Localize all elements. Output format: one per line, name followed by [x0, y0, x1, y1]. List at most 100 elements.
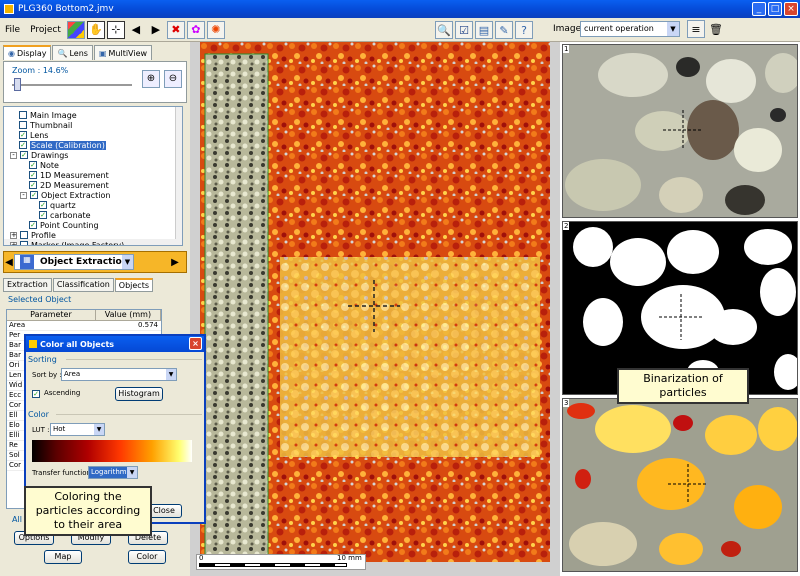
title-bar: PLG360 Bottom2.jmv _ □ ×: [0, 0, 800, 18]
tree-item-checkbox[interactable]: [19, 121, 27, 129]
zoom-slider-thumb[interactable]: [14, 78, 21, 91]
grid-icon[interactable]: [66, 20, 85, 39]
tree-item-checkbox[interactable]: [20, 241, 28, 245]
palette-icon[interactable]: ✿: [186, 20, 205, 39]
chevron-down-icon[interactable]: ▼: [122, 255, 133, 269]
tree-item-checkbox[interactable]: ✓: [39, 211, 47, 219]
collapse-icon[interactable]: -: [10, 151, 17, 159]
module-select[interactable]: ▦ Object Extraction ▼: [14, 254, 134, 270]
expand-icon[interactable]: +: [10, 231, 17, 239]
next-icon[interactable]: ▶: [147, 21, 165, 39]
tab-classification[interactable]: Classification: [52, 278, 114, 292]
tab-objects[interactable]: Objects: [114, 278, 154, 292]
parameter-name: Area: [9, 321, 26, 329]
prev-module-icon[interactable]: ◀: [4, 257, 14, 268]
chevron-down-icon[interactable]: ▼: [127, 467, 137, 478]
tree-item[interactable]: Thumbnail: [19, 120, 72, 130]
menu-project[interactable]: Project: [25, 25, 66, 35]
tree-item-checkbox[interactable]: ✓: [19, 131, 27, 139]
original-image[interactable]: [563, 45, 798, 218]
tree-item[interactable]: Main Image: [19, 110, 77, 120]
search-icon[interactable]: 🔍: [435, 21, 453, 39]
table-row[interactable]: Area 0.574: [7, 321, 161, 331]
tree-item-checkbox[interactable]: ✓: [39, 201, 47, 209]
minimize-icon[interactable]: _: [752, 2, 766, 16]
tree-item-label: 1D Measurement: [40, 170, 109, 180]
map-button[interactable]: Map: [44, 550, 82, 564]
column-parameter[interactable]: Parameter: [7, 310, 96, 320]
tree-item-label: Thumbnail: [30, 120, 73, 130]
dialog-close-icon[interactable]: ×: [189, 337, 202, 350]
zoom-slider-track[interactable]: [12, 84, 132, 86]
chevron-down-icon[interactable]: ▼: [94, 424, 104, 435]
zoom-out-icon[interactable]: ⊖: [164, 70, 182, 88]
column-value[interactable]: Value (mm): [96, 310, 161, 320]
tree-item-checkbox[interactable]: [20, 231, 28, 239]
color-button[interactable]: Color: [128, 550, 166, 564]
tree-item-label: Scale (Calibration): [30, 140, 106, 150]
tab-lens[interactable]: 🔍 Lens: [52, 45, 93, 60]
panel-original[interactable]: 1: [562, 44, 798, 218]
tree-item[interactable]: ✓ 1D Measurement: [29, 170, 109, 180]
panel-colored[interactable]: 3: [562, 398, 798, 572]
collapse-icon[interactable]: -: [20, 191, 27, 199]
delete-icon[interactable]: ✖: [166, 20, 185, 39]
selected-object-label: Selected Object: [8, 295, 72, 304]
zoom-in-icon[interactable]: ⊕: [142, 70, 160, 88]
tree-scrollbar[interactable]: [175, 107, 182, 245]
chevron-down-icon[interactable]: ▼: [667, 22, 679, 36]
lut-select[interactable]: Hot ▼: [50, 423, 105, 436]
tree-item-label: 2D Measurement: [40, 180, 109, 190]
tab-multiview[interactable]: ▣ MultiView: [93, 45, 153, 60]
tree-item[interactable]: ✓ carbonate: [39, 210, 91, 220]
prev-icon[interactable]: ◀: [127, 21, 145, 39]
sparkle-icon[interactable]: ✺: [206, 20, 225, 39]
tree-item-checkbox[interactable]: ✓: [29, 181, 37, 189]
tab-display[interactable]: ◉ Display: [3, 45, 52, 60]
tree-item[interactable]: ✓ 2D Measurement: [29, 180, 109, 190]
tree-item-checkbox[interactable]: ✓: [29, 171, 37, 179]
tree-item-checkbox[interactable]: ✓: [29, 161, 37, 169]
tree-item[interactable]: ✓ quartz: [39, 200, 76, 210]
lens-icon: 🔍: [57, 48, 68, 58]
settings-icon[interactable]: ≡: [687, 20, 705, 38]
expand-icon[interactable]: +: [10, 241, 17, 245]
layer-tree: Main Image Thumbnail ✓ Lens ✓ Scale (Calibrat…: [3, 106, 183, 246]
tree-item-checkbox[interactable]: ✓: [30, 191, 38, 199]
colored-image[interactable]: [563, 399, 798, 572]
tree-item-checkbox[interactable]: ✓: [20, 151, 28, 159]
trash-icon[interactable]: 🗑: [707, 20, 725, 38]
image-select[interactable]: current operation ▼: [580, 21, 680, 37]
transfer-function-select[interactable]: Logarithmic ▼: [88, 466, 138, 479]
menu-file[interactable]: File: [0, 25, 25, 35]
main-image-viewport[interactable]: 0 10 mm: [190, 42, 560, 576]
maximize-icon[interactable]: □: [768, 2, 782, 16]
tree-item[interactable]: - ✓ Drawings: [10, 150, 68, 160]
ascending-checkbox[interactable]: ✓: [32, 390, 40, 398]
edit-icon[interactable]: ✎: [495, 21, 513, 39]
tree-item-checkbox[interactable]: [19, 111, 27, 119]
help-icon[interactable]: ?: [515, 21, 533, 39]
next-module-icon[interactable]: ▶: [170, 257, 180, 268]
tree-item-checkbox[interactable]: ✓: [19, 141, 27, 149]
check-icon[interactable]: ☑: [455, 21, 473, 39]
tree-item[interactable]: ✓ Note: [29, 160, 59, 170]
hand-icon[interactable]: ✋: [86, 20, 105, 39]
close-window-icon[interactable]: ×: [784, 2, 798, 16]
tree-item[interactable]: + Marker (Image Factory): [10, 240, 124, 245]
tree-item[interactable]: - ✓ Object Extraction: [20, 190, 110, 200]
zoom-select-icon[interactable]: ⊹: [106, 20, 125, 39]
object-extraction-icon: ▦: [20, 255, 34, 269]
chevron-down-icon[interactable]: ▼: [166, 369, 176, 380]
tree-item[interactable]: ✓ Lens: [19, 130, 48, 140]
tab-extraction[interactable]: Extraction: [3, 278, 52, 292]
histogram-button[interactable]: Histogram: [115, 387, 163, 401]
tree-item[interactable]: ✓ Point Counting: [29, 220, 99, 230]
tree-item-checkbox[interactable]: ✓: [29, 221, 37, 229]
main-image[interactable]: [200, 42, 550, 562]
tree-item[interactable]: ✓ Scale (Calibration): [19, 140, 106, 150]
tree-item[interactable]: + Profile: [10, 230, 56, 240]
dialog-icon: [29, 340, 37, 348]
sort-by-select[interactable]: Area ▼: [61, 368, 177, 381]
layout-icon[interactable]: ▤: [475, 21, 493, 39]
